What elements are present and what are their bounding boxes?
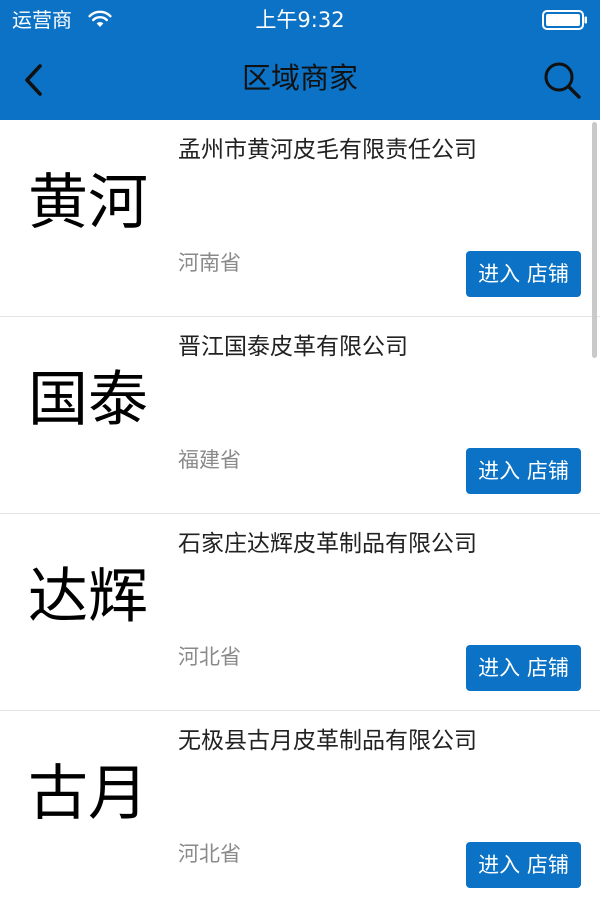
list-item[interactable]: 古月 无极县古月皮革制品有限公司 河北省 进入 店铺 — [0, 711, 600, 900]
page-title: 区域商家 — [241, 61, 358, 95]
list-item[interactable]: 国泰 晋江国泰皮革有限公司 福建省 进入 店铺 — [0, 317, 600, 514]
enter-store-button[interactable]: 进入 店铺 — [466, 842, 581, 888]
merchant-name[interactable]: 晋江国泰皮革有限公司 — [178, 331, 578, 363]
merchant-logo: 国泰 — [28, 365, 148, 435]
merchant-name[interactable]: 孟州市黄河皮毛有限责任公司 — [178, 134, 578, 166]
scrollbar[interactable] — [592, 122, 597, 358]
merchant-province: 河南省 — [178, 251, 241, 275]
navigation-bar: 区域商家 — [0, 40, 600, 120]
enter-store-button[interactable]: 进入 店铺 — [466, 251, 581, 297]
battery-icon — [542, 10, 587, 30]
enter-store-button[interactable]: 进入 店铺 — [466, 448, 581, 494]
merchant-list[interactable]: 黄河 孟州市黄河皮毛有限责任公司 河南省 进入 店铺 国泰 晋江国泰皮革有限公司… — [0, 120, 600, 900]
status-bar: 运营商 上午9:32 — [0, 0, 600, 40]
merchant-name[interactable]: 无极县古月皮革制品有限公司 — [178, 725, 578, 757]
merchant-name[interactable]: 石家庄达辉皮革制品有限公司 — [178, 528, 578, 560]
list-item[interactable]: 达辉 石家庄达辉皮革制品有限公司 河北省 进入 店铺 — [0, 514, 600, 711]
merchant-province: 福建省 — [178, 448, 241, 472]
merchant-logo: 黄河 — [28, 168, 148, 238]
list-item[interactable]: 黄河 孟州市黄河皮毛有限责任公司 河南省 进入 店铺 — [0, 120, 600, 317]
status-time: 上午9:32 — [255, 8, 345, 32]
merchant-logo: 达辉 — [28, 562, 148, 632]
enter-store-button[interactable]: 进入 店铺 — [466, 645, 581, 691]
merchant-logo: 古月 — [28, 759, 148, 829]
chevron-left-icon[interactable] — [18, 58, 48, 102]
merchant-province: 河北省 — [178, 645, 241, 669]
merchant-province: 河北省 — [178, 842, 241, 866]
app-header: 运营商 上午9:32 区域商家 — [0, 0, 600, 120]
search-icon[interactable] — [540, 58, 584, 102]
